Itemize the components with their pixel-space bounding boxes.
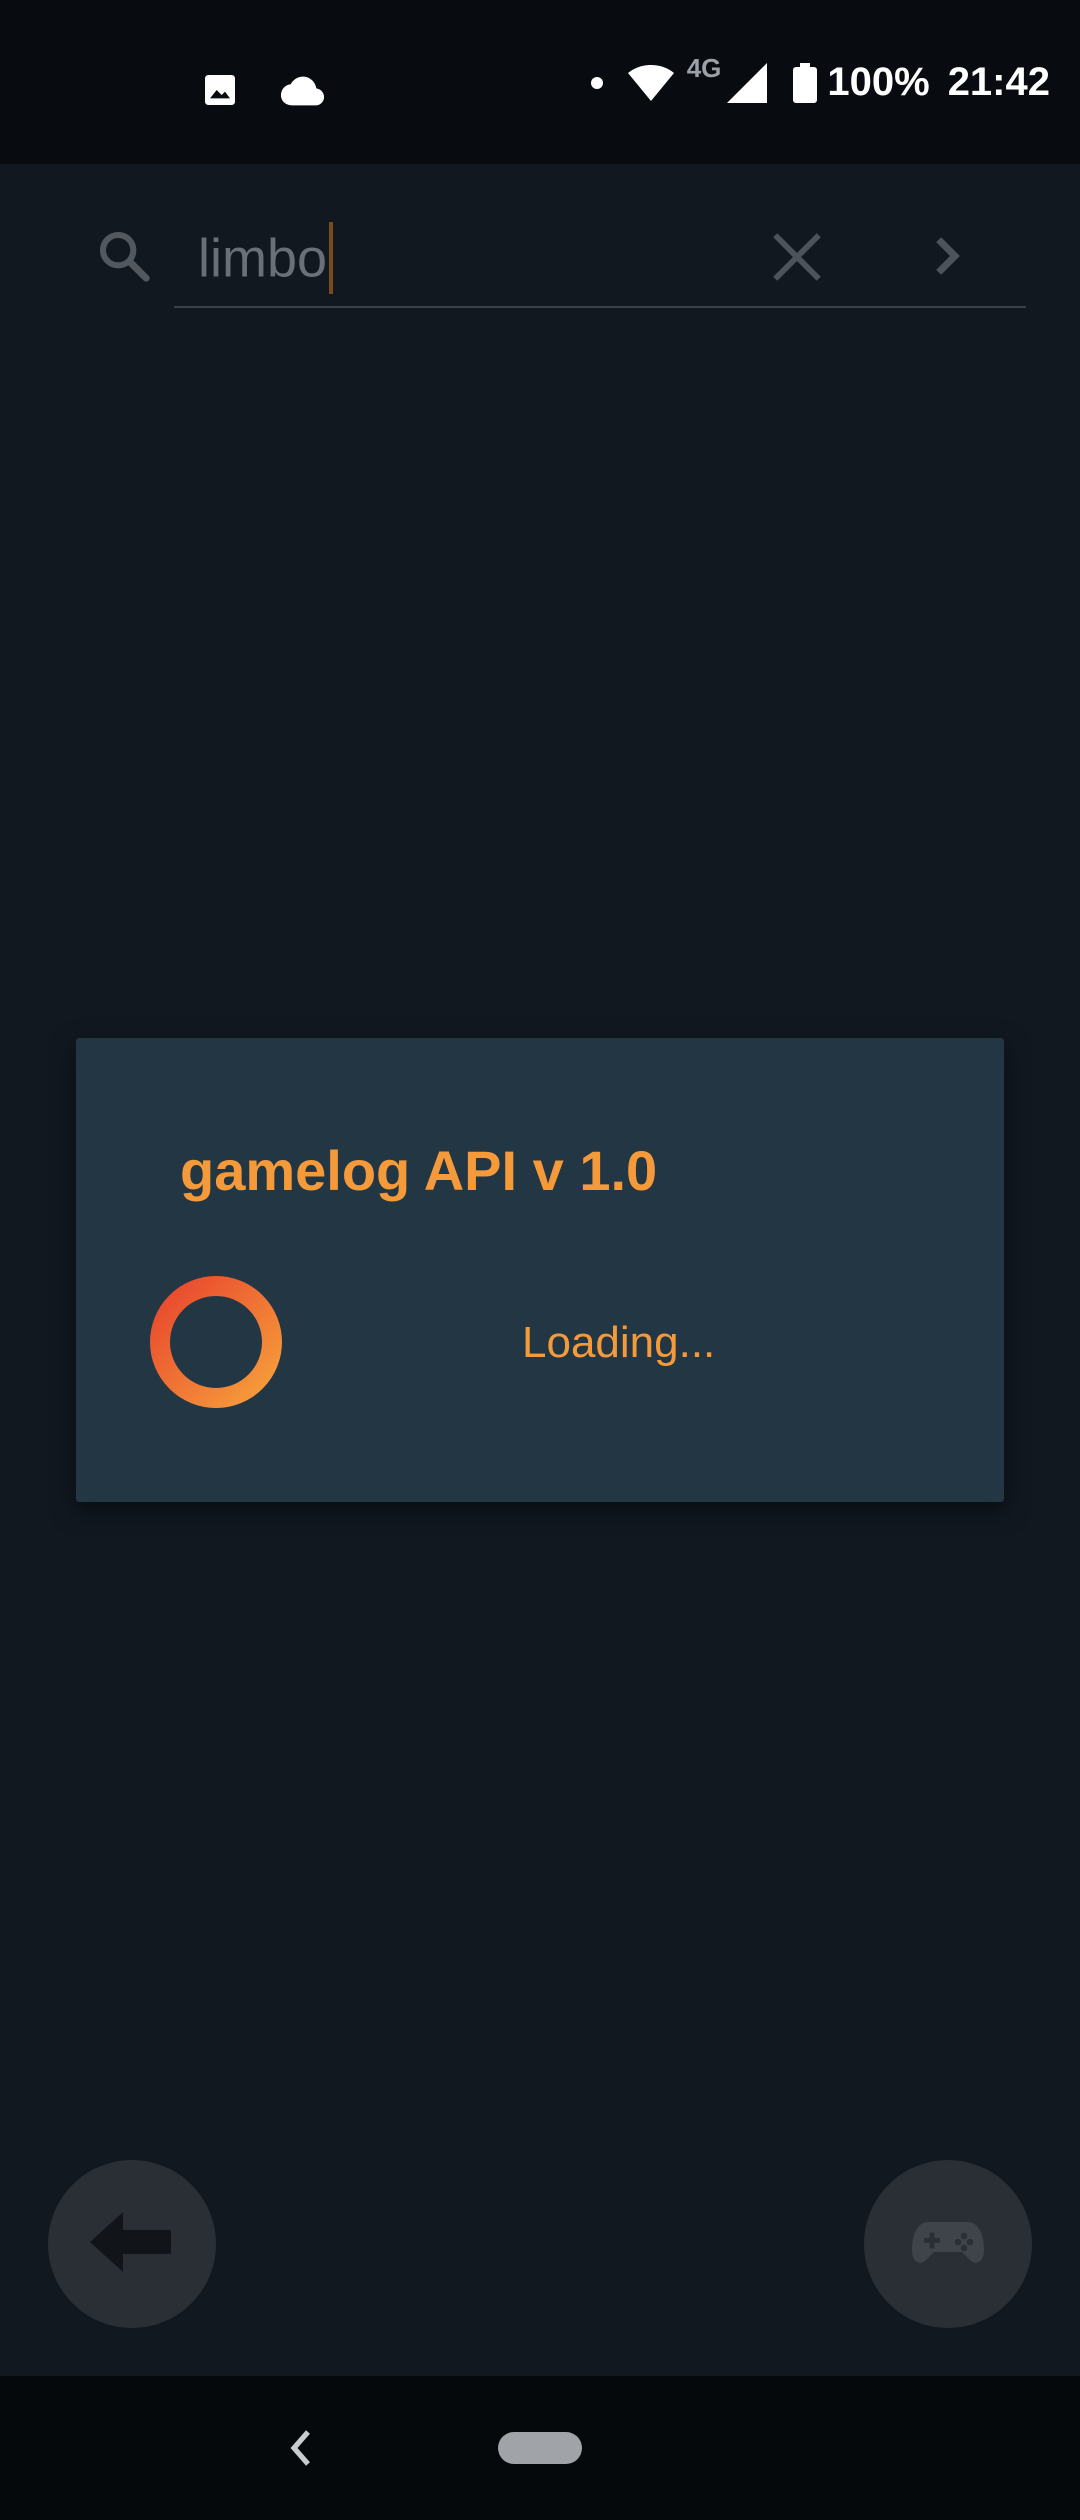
chevron-right-icon[interactable] [920, 228, 976, 284]
cellular-signal-icon [727, 62, 768, 103]
search-input[interactable]: limbo [174, 210, 1026, 308]
arrow-left-icon [90, 2211, 174, 2277]
status-bar: 4G 100% 21:42 [0, 0, 1080, 164]
navigation-bar [0, 2376, 1080, 2520]
battery-icon [793, 62, 818, 103]
wifi-icon [627, 63, 675, 103]
close-icon[interactable] [768, 228, 826, 286]
gamepad-icon [910, 2218, 986, 2271]
search-query-text: limbo [198, 222, 334, 298]
network-type-label: 4G [686, 53, 722, 83]
battery-percentage: 100% [827, 60, 930, 104]
image-icon [200, 70, 240, 110]
nav-back-icon[interactable] [280, 2418, 320, 2478]
clock: 21:42 [947, 60, 1050, 104]
loading-dialog: gamelog API v 1.0 Loading... [76, 1038, 1004, 1502]
status-bar-system: 4G 100% 21:42 [590, 53, 1050, 105]
text-caret [329, 222, 334, 294]
cloud-icon [280, 73, 326, 107]
notification-dot [590, 76, 603, 89]
back-button[interactable] [48, 2160, 216, 2328]
loading-spinner [148, 1274, 284, 1410]
search-icon[interactable] [96, 228, 152, 284]
status-bar-notifications [200, 70, 326, 110]
nav-home-pill[interactable] [498, 2432, 582, 2464]
search-query-value: limbo [198, 228, 328, 289]
screen: 4G 100% 21:42 limbo gamelog API v 1.0 Lo… [0, 0, 1080, 2520]
loading-message: Loading... [522, 1318, 716, 1367]
game-controller-button[interactable] [864, 2160, 1032, 2328]
dialog-title: gamelog API v 1.0 [180, 1139, 658, 1202]
